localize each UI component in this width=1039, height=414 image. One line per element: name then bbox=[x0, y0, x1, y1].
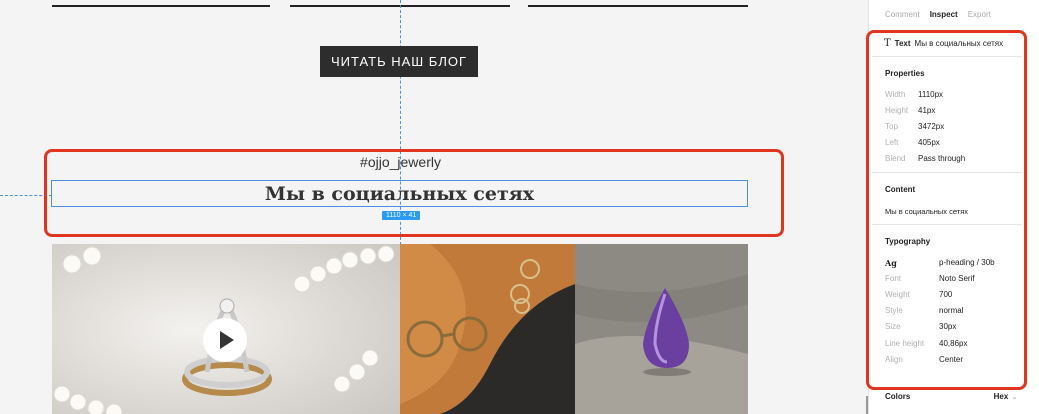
chevron-down-icon: ⌄ bbox=[1011, 392, 1018, 401]
play-icon bbox=[220, 331, 234, 349]
design-canvas[interactable]: ЧИТАТЬ НАШ БЛОГ #ojjo_jewerly Мы в социа… bbox=[0, 0, 866, 414]
tab-inspect[interactable]: Inspect bbox=[930, 10, 958, 19]
amethyst-photo[interactable] bbox=[575, 244, 748, 414]
colors-title: Colors bbox=[885, 392, 911, 401]
tab-export[interactable]: Export bbox=[968, 10, 991, 19]
inspector-tabs: Comment Inspect Export bbox=[885, 10, 991, 19]
highlight-frame bbox=[866, 30, 1027, 390]
tab-comment[interactable]: Comment bbox=[885, 10, 920, 19]
glasses-photo[interactable] bbox=[400, 244, 575, 414]
highlight-frame bbox=[44, 149, 784, 237]
colors-section: Colors Hex ⌄ bbox=[885, 392, 1018, 401]
top-rule bbox=[52, 5, 270, 7]
read-blog-button[interactable]: ЧИТАТЬ НАШ БЛОГ bbox=[320, 46, 478, 77]
play-video-button[interactable] bbox=[203, 318, 247, 362]
top-rule bbox=[528, 5, 748, 7]
color-format-select[interactable]: Hex ⌄ bbox=[994, 392, 1018, 401]
